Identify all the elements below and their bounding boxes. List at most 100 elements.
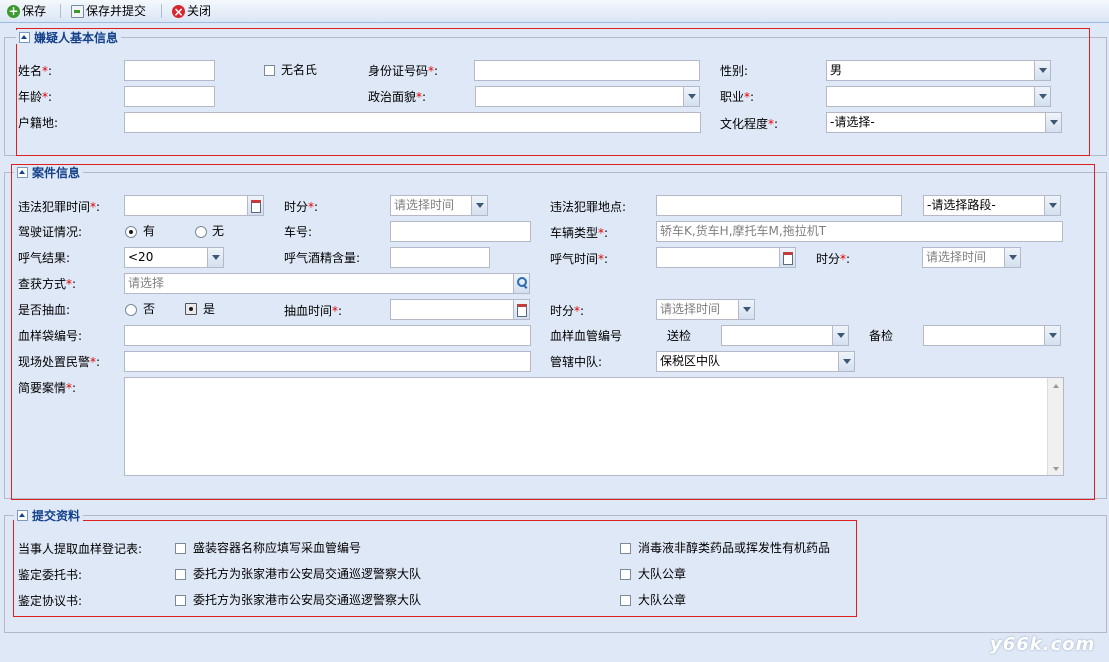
officer-input[interactable] — [124, 351, 531, 372]
political-select[interactable] — [475, 86, 684, 107]
education-select[interactable]: -请选择- — [826, 112, 1046, 133]
breath-time-label: 呼气时间*: — [550, 252, 609, 266]
blood-hour-label: 时分*: — [550, 304, 585, 318]
id-label: 身份证号码*: — [368, 64, 439, 78]
highlight-box — [13, 520, 857, 617]
entrust-label: 鉴定委托书: — [18, 568, 83, 582]
crime-hour-label: 时分*: — [284, 200, 319, 214]
license-no-label: 无 — [212, 224, 225, 238]
blood-no-radio[interactable] — [125, 304, 137, 316]
breath-hour-dropdown-icon[interactable] — [1004, 247, 1021, 268]
name-label: 姓名*: — [18, 64, 53, 78]
agreement-opt1-checkbox[interactable] — [175, 595, 186, 606]
id-input[interactable] — [474, 60, 700, 81]
backup-select[interactable] — [923, 325, 1045, 346]
breath-hour-label: 时分*: — [816, 252, 851, 266]
save-submit-button[interactable]: 保存并提交 — [71, 2, 146, 20]
name-input[interactable] — [124, 60, 215, 81]
team-label: 管辖中队: — [550, 355, 603, 369]
occupation-label: 职业*: — [720, 90, 755, 104]
case-legend[interactable]: 案件信息 — [14, 165, 84, 180]
plate-input[interactable] — [390, 221, 531, 242]
send-dropdown-icon[interactable] — [832, 325, 849, 346]
suspect-legend[interactable]: 嫌疑人基本信息 — [16, 30, 122, 45]
no-name-checkbox[interactable] — [264, 65, 275, 76]
entrust-opt1-label: 委托方为张家港市公安局交通巡逻警察大队 — [193, 567, 422, 581]
team-dropdown-icon[interactable] — [838, 351, 855, 372]
collapse-icon[interactable] — [17, 166, 28, 178]
entrust-opt2-checkbox[interactable] — [620, 569, 631, 580]
breath-alcohol-input[interactable] — [390, 247, 490, 268]
gender-label: 性别: — [720, 64, 749, 78]
license-yes-radio[interactable] — [125, 226, 137, 238]
scroll-down-icon[interactable] — [1051, 464, 1061, 472]
age-label: 年龄*: — [18, 90, 53, 104]
toolbar-separator — [60, 4, 61, 18]
blood-yes-radio[interactable] — [185, 303, 197, 315]
no-name-label: 无名氏 — [281, 63, 318, 77]
seize-method-label: 查获方式*: — [18, 277, 77, 291]
crime-place-label: 违法犯罪地点: — [550, 200, 627, 214]
road-dropdown-icon[interactable] — [1044, 195, 1061, 216]
gender-select[interactable]: 男 — [826, 60, 1035, 81]
toolbar — [0, 0, 1109, 23]
seize-method-input[interactable]: 请选择 — [124, 273, 514, 294]
blood-hour-dropdown-icon[interactable] — [738, 299, 755, 320]
submit-legend[interactable]: 提交资料 — [14, 508, 84, 523]
save-button[interactable]: 保存 — [7, 2, 46, 20]
education-label: 文化程度*: — [720, 117, 779, 131]
team-select[interactable]: 保税区中队 — [656, 351, 839, 372]
blood-date-input[interactable] — [390, 299, 514, 320]
save-icon — [7, 2, 20, 20]
registration-opt2-checkbox[interactable] — [620, 543, 631, 554]
crime-hour-dropdown-icon[interactable] — [471, 195, 488, 216]
scroll-up-icon[interactable] — [1051, 381, 1061, 389]
license-no-radio[interactable] — [195, 226, 207, 238]
blood-bag-input[interactable] — [124, 325, 531, 346]
crime-date-input[interactable] — [124, 195, 248, 216]
summary-textarea[interactable] — [124, 377, 1064, 476]
agreement-opt2-label: 大队公章 — [638, 593, 687, 607]
search-icon[interactable] — [513, 273, 530, 294]
backup-dropdown-icon[interactable] — [1044, 325, 1061, 346]
domicile-input[interactable] — [124, 112, 701, 133]
entrust-opt2-label: 大队公章 — [638, 567, 687, 581]
registration-opt2-label: 消毒液非醇类药品或挥发性有机药品 — [638, 541, 831, 555]
backup-label: 备检 — [869, 329, 894, 343]
breath-result-select[interactable]: <20 — [124, 247, 208, 268]
collapse-icon[interactable] — [17, 509, 28, 521]
vehicle-type-input[interactable]: 轿车K,货车H,摩托车M,拖拉机T — [656, 221, 1063, 242]
calendar-icon[interactable] — [779, 247, 796, 268]
age-input[interactable] — [124, 86, 215, 107]
breath-result-label: 呼气结果: — [18, 251, 71, 265]
send-select[interactable] — [721, 325, 833, 346]
submit-icon — [71, 4, 84, 18]
crime-hour-select[interactable]: 请选择时间 — [390, 195, 472, 216]
summary-scrollbar[interactable] — [1047, 378, 1063, 475]
domicile-label: 户籍地: — [18, 116, 59, 130]
blood-hour-select[interactable]: 请选择时间 — [656, 299, 739, 320]
political-dropdown-icon[interactable] — [683, 86, 700, 107]
registration-opt1-checkbox[interactable] — [175, 543, 186, 554]
breath-hour-select[interactable]: 请选择时间 — [922, 247, 1005, 268]
collapse-icon[interactable] — [19, 31, 30, 43]
agreement-opt2-checkbox[interactable] — [620, 595, 631, 606]
toolbar-separator — [161, 4, 162, 18]
blood-yes-label: 是 — [203, 302, 216, 316]
crime-place-input[interactable] — [656, 195, 902, 216]
registration-opt1-label: 盛装容器名称应填写采血管编号 — [193, 541, 362, 555]
calendar-icon[interactable] — [247, 195, 264, 216]
education-dropdown-icon[interactable] — [1045, 112, 1062, 133]
gender-dropdown-icon[interactable] — [1034, 60, 1051, 81]
close-button[interactable]: 关闭 — [172, 2, 211, 21]
agreement-opt1-label: 委托方为张家港市公安局交通巡逻警察大队 — [193, 593, 422, 607]
plate-label: 车号: — [284, 225, 313, 239]
road-select[interactable]: -请选择路段- — [923, 195, 1045, 216]
occupation-dropdown-icon[interactable] — [1034, 86, 1051, 107]
calendar-icon[interactable] — [513, 299, 530, 320]
breath-date-input[interactable] — [656, 247, 780, 268]
political-label: 政治面貌*: — [368, 90, 427, 104]
entrust-opt1-checkbox[interactable] — [175, 569, 186, 580]
breath-result-dropdown-icon[interactable] — [207, 247, 224, 268]
occupation-select[interactable] — [826, 86, 1035, 107]
